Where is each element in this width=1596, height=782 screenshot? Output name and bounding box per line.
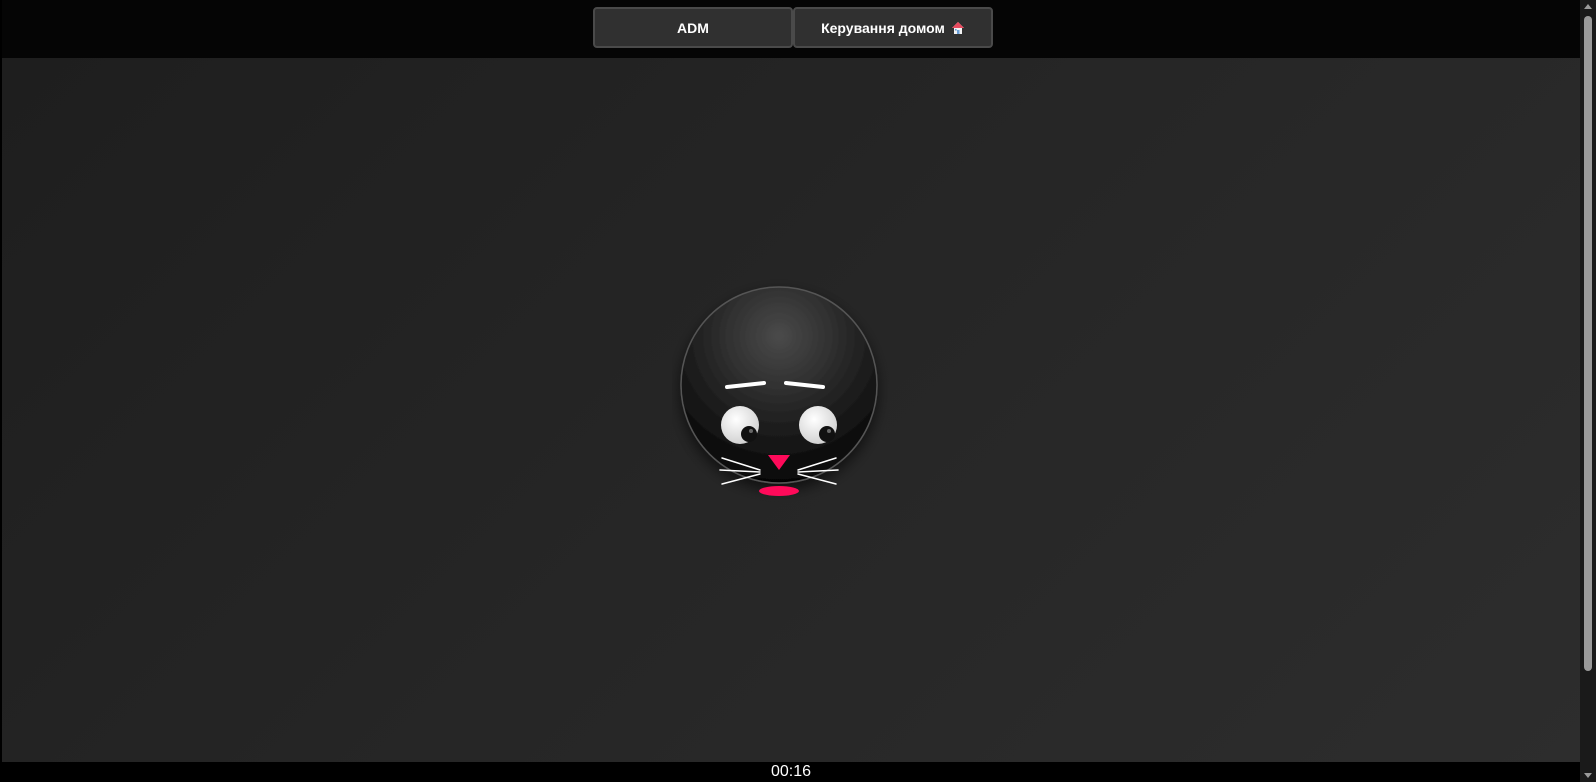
cat-mouth xyxy=(759,486,799,496)
home-control-button-label: Керування домом xyxy=(821,19,945,36)
house-icon xyxy=(951,21,965,35)
timer-bar: 00:16 xyxy=(2,762,1580,782)
vertical-scrollbar[interactable] xyxy=(1580,0,1596,782)
home-control-button[interactable]: Керування домом xyxy=(793,7,993,48)
timer-display: 00:16 xyxy=(770,763,812,780)
scroll-up-icon[interactable] xyxy=(1584,4,1592,9)
cat-pupil-right xyxy=(819,426,835,442)
app-window: ADM Керування домом 00:16 xyxy=(0,0,1596,782)
cat-avatar[interactable] xyxy=(672,268,912,508)
cat-pupil-left xyxy=(741,426,757,442)
adm-button[interactable]: ADM xyxy=(593,7,793,48)
cat-head xyxy=(680,286,878,484)
top-nav-bar: ADM Керування домом xyxy=(2,0,1580,58)
scroll-thumb[interactable] xyxy=(1584,16,1592,671)
scroll-down-icon[interactable] xyxy=(1584,773,1592,778)
adm-button-label: ADM xyxy=(677,19,709,36)
main-stage xyxy=(2,58,1580,762)
cat-face-graphic xyxy=(680,286,878,496)
